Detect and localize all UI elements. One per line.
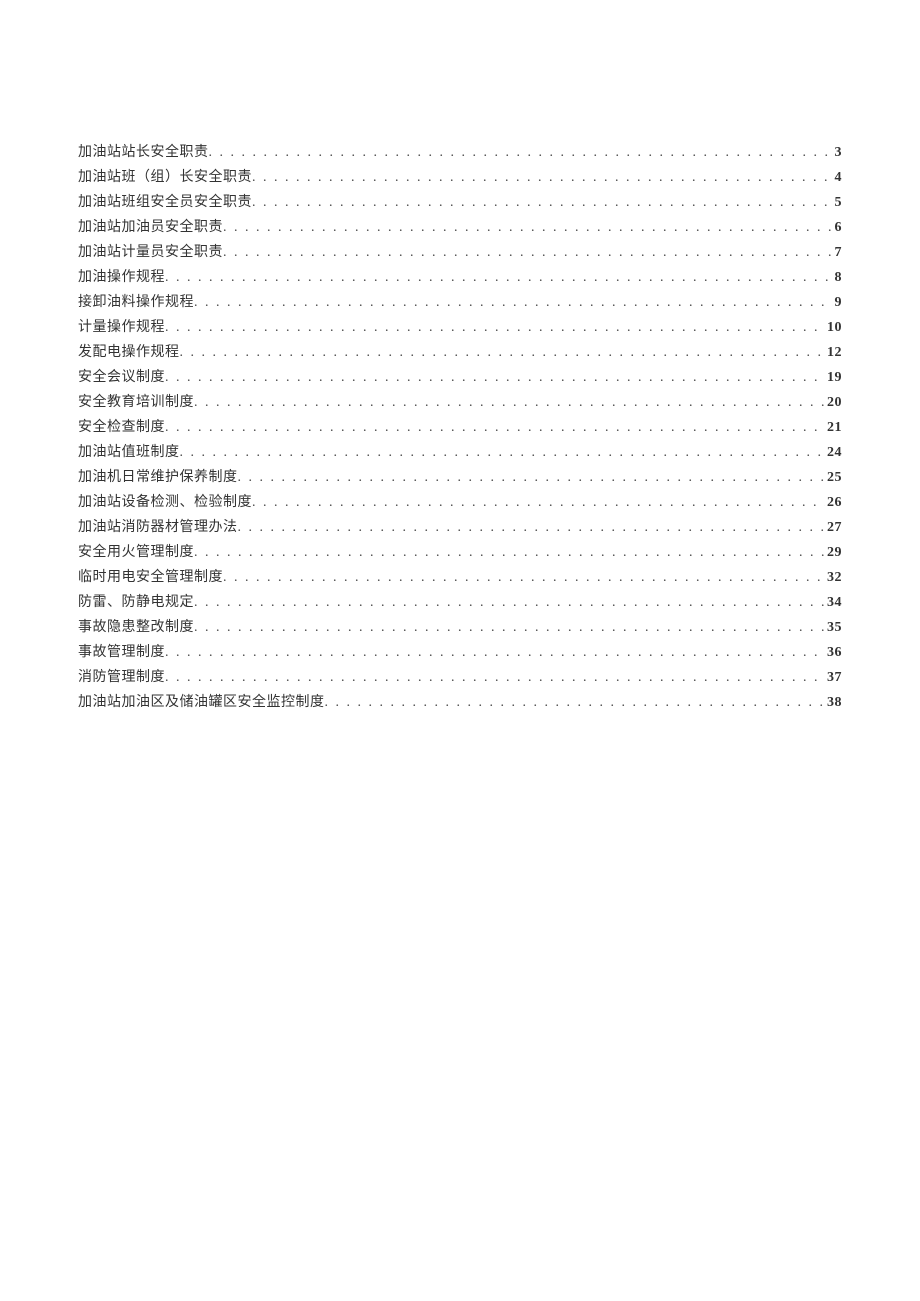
toc-entry: 加油站加油员安全职责 6 [78, 215, 842, 240]
toc-dots [252, 190, 833, 215]
toc-title: 事故管理制度 [78, 640, 165, 665]
toc-dots [165, 665, 825, 690]
toc-entry: 加油站班组安全员安全职责 5 [78, 190, 842, 215]
toc-entry: 事故管理制度 36 [78, 640, 842, 665]
toc-title: 加油站班组安全员安全职责 [78, 190, 252, 215]
toc-entry: 加油站站长安全职责 3 [78, 140, 842, 165]
toc-title: 加油站计量员安全职责 [78, 240, 223, 265]
toc-dots [325, 690, 826, 715]
toc-page: 34 [825, 590, 842, 615]
toc-page: 8 [833, 265, 843, 290]
toc-dots [223, 240, 833, 265]
toc-page: 12 [825, 340, 842, 365]
toc-dots [194, 540, 825, 565]
toc-entry: 接卸油料操作规程 9 [78, 290, 842, 315]
toc-entry: 安全用火管理制度 29 [78, 540, 842, 565]
toc-title: 加油站值班制度 [78, 440, 180, 465]
toc-title: 防雷、防静电规定 [78, 590, 194, 615]
toc-page: 7 [833, 240, 843, 265]
toc-page: 32 [825, 565, 842, 590]
toc-page: 5 [833, 190, 843, 215]
toc-dots [238, 465, 826, 490]
toc-dots [238, 515, 826, 540]
toc-title: 加油站加油员安全职责 [78, 215, 223, 240]
toc-entry: 加油站班（组）长安全职责 4 [78, 165, 842, 190]
toc-entry: 临时用电安全管理制度 32 [78, 565, 842, 590]
toc-entry: 事故隐患整改制度 35 [78, 615, 842, 640]
toc-entry: 安全会议制度 19 [78, 365, 842, 390]
toc-dots [223, 565, 825, 590]
toc-entry: 加油站设备检测、检验制度 26 [78, 490, 842, 515]
toc-title: 安全教育培训制度 [78, 390, 194, 415]
toc-page: 26 [825, 490, 842, 515]
toc-entry: 安全教育培训制度 20 [78, 390, 842, 415]
toc-title: 加油站消防器材管理办法 [78, 515, 238, 540]
toc-dots [194, 590, 825, 615]
toc-entry: 加油站消防器材管理办法 27 [78, 515, 842, 540]
toc-title: 安全会议制度 [78, 365, 165, 390]
toc-page: 10 [825, 315, 842, 340]
toc-title: 临时用电安全管理制度 [78, 565, 223, 590]
toc-page: 6 [833, 215, 843, 240]
toc-title: 计量操作规程 [78, 315, 165, 340]
toc-dots [194, 290, 833, 315]
toc-dots [165, 415, 825, 440]
toc-dots [180, 440, 826, 465]
toc-dots [223, 215, 833, 240]
table-of-contents: 加油站站长安全职责 3 加油站班（组）长安全职责 4 加油站班组安全员安全职责 … [78, 140, 842, 715]
toc-page: 27 [825, 515, 842, 540]
toc-title: 安全检查制度 [78, 415, 165, 440]
toc-dots [194, 615, 825, 640]
toc-title: 加油站设备检测、检验制度 [78, 490, 252, 515]
toc-dots [165, 265, 833, 290]
toc-title: 加油机日常维护保养制度 [78, 465, 238, 490]
toc-title: 事故隐患整改制度 [78, 615, 194, 640]
toc-page: 38 [825, 690, 842, 715]
toc-dots [252, 490, 825, 515]
toc-entry: 消防管理制度 37 [78, 665, 842, 690]
toc-entry: 加油站计量员安全职责 7 [78, 240, 842, 265]
toc-page: 20 [825, 390, 842, 415]
toc-page: 24 [825, 440, 842, 465]
toc-dots [165, 640, 825, 665]
toc-page: 37 [825, 665, 842, 690]
toc-entry: 加油站值班制度 24 [78, 440, 842, 465]
toc-page: 9 [833, 290, 843, 315]
toc-page: 25 [825, 465, 842, 490]
toc-title: 消防管理制度 [78, 665, 165, 690]
toc-dots [165, 365, 825, 390]
toc-entry: 加油操作规程 8 [78, 265, 842, 290]
toc-title: 加油操作规程 [78, 265, 165, 290]
toc-dots [209, 140, 833, 165]
toc-entry: 防雷、防静电规定 34 [78, 590, 842, 615]
toc-dots [165, 315, 825, 340]
toc-dots [180, 340, 826, 365]
toc-page: 29 [825, 540, 842, 565]
toc-title: 加油站站长安全职责 [78, 140, 209, 165]
toc-page: 36 [825, 640, 842, 665]
toc-dots [194, 390, 825, 415]
toc-page: 19 [825, 365, 842, 390]
toc-title: 发配电操作规程 [78, 340, 180, 365]
toc-entry: 计量操作规程 10 [78, 315, 842, 340]
toc-entry: 发配电操作规程 12 [78, 340, 842, 365]
toc-title: 加油站班（组）长安全职责 [78, 165, 252, 190]
toc-title: 接卸油料操作规程 [78, 290, 194, 315]
toc-entry: 加油机日常维护保养制度 25 [78, 465, 842, 490]
toc-page: 21 [825, 415, 842, 440]
toc-page: 3 [833, 140, 843, 165]
toc-entry: 加油站加油区及储油罐区安全监控制度 38 [78, 690, 842, 715]
toc-title: 安全用火管理制度 [78, 540, 194, 565]
toc-dots [252, 165, 833, 190]
toc-page: 35 [825, 615, 842, 640]
toc-title: 加油站加油区及储油罐区安全监控制度 [78, 690, 325, 715]
toc-page: 4 [833, 165, 843, 190]
toc-entry: 安全检查制度 21 [78, 415, 842, 440]
